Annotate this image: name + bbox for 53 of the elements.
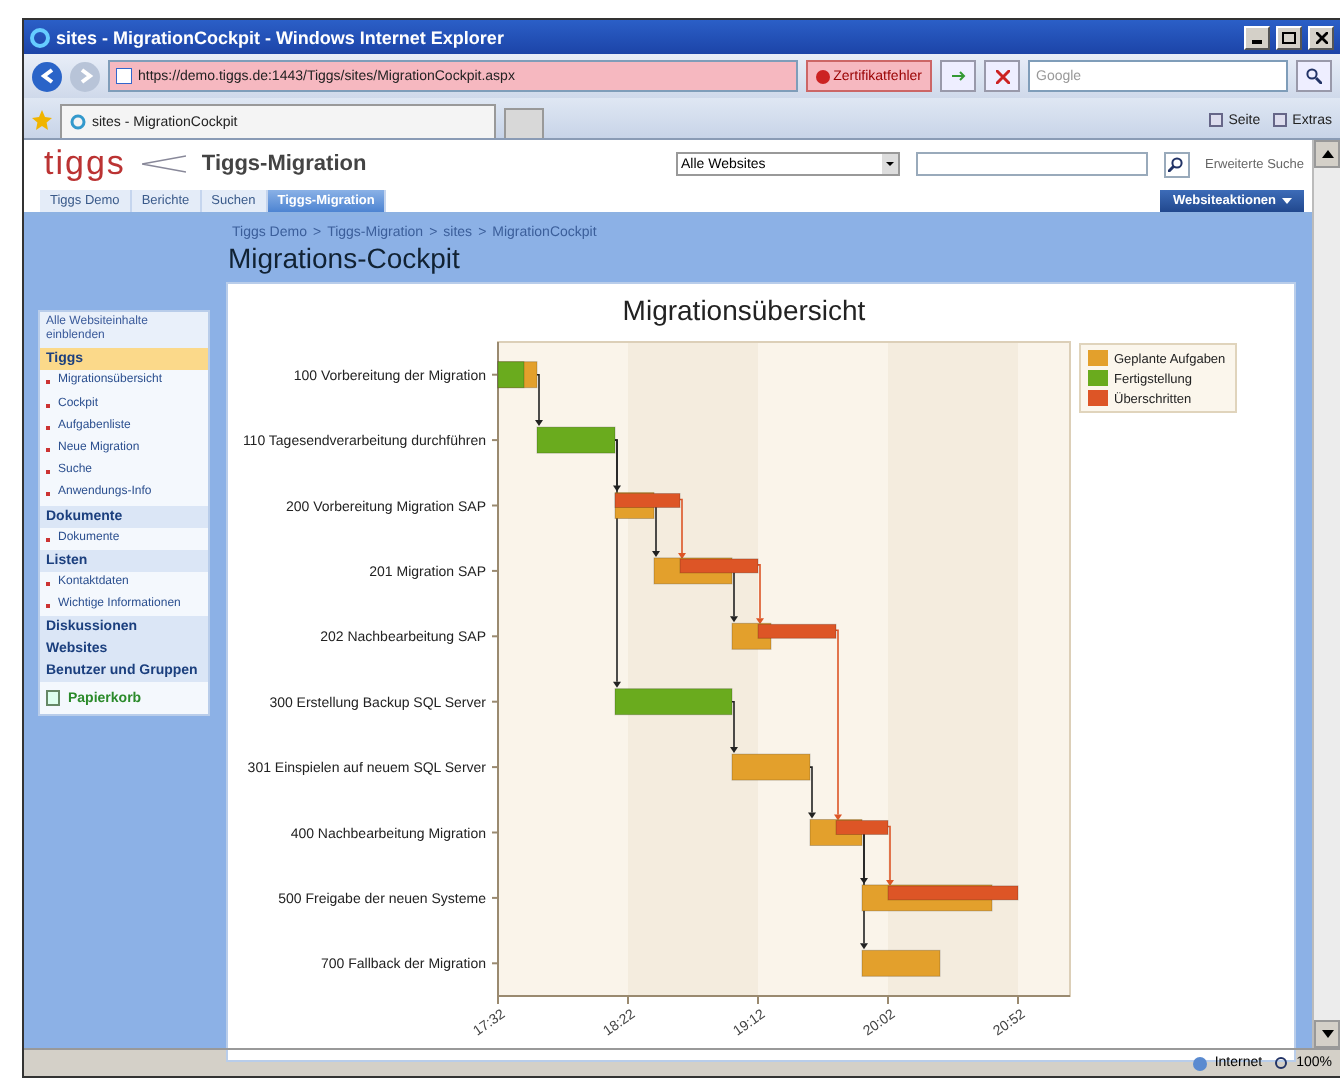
- zoom-icon: [1274, 1055, 1291, 1071]
- completed-bar: [536, 426, 616, 454]
- dependency-arrow: [886, 825, 894, 886]
- page-title: Migrations-Cockpit: [226, 240, 462, 278]
- site-logo: tiggs: [44, 144, 126, 184]
- search-icon: [1306, 68, 1322, 84]
- close-button[interactable]: [1308, 25, 1334, 49]
- overrun-bar: [614, 493, 681, 508]
- completed-bar: [497, 361, 525, 389]
- search-button[interactable]: [1296, 60, 1332, 92]
- caret-icon: [881, 154, 897, 174]
- close-icon: [995, 69, 1009, 83]
- back-button[interactable]: [32, 61, 62, 91]
- minimize-button[interactable]: [1244, 25, 1270, 49]
- dependency-arrow: [756, 564, 764, 625]
- favorites-star-icon[interactable]: [32, 110, 52, 130]
- down-arrow-icon: [1321, 1030, 1333, 1038]
- maximize-icon: [1282, 31, 1296, 43]
- bin-icon: [46, 690, 60, 707]
- browser-logo-icon: [30, 27, 50, 47]
- overrun-bar: [835, 820, 889, 835]
- browser-logo-icon: [70, 114, 86, 130]
- page-icon: [1272, 112, 1289, 128]
- completed-bar: [614, 688, 733, 716]
- dependency-arrow: [535, 373, 543, 427]
- dependency-arrow: [678, 498, 686, 559]
- page-icon: [116, 68, 132, 84]
- overrun-bar: [679, 558, 759, 574]
- window-title: sites - MigrationCockpit - Windows Internet Explorer: [56, 27, 506, 47]
- refresh-button[interactable]: [940, 60, 976, 92]
- stop-button[interactable]: [984, 60, 1020, 92]
- globe-icon: [1192, 1055, 1209, 1071]
- overrun-bar: [887, 885, 1019, 901]
- overrun-bar: [757, 623, 837, 639]
- arrows-icon: [950, 68, 966, 84]
- up-arrow-icon: [1321, 150, 1333, 158]
- site-title: Tiggs-Migration: [201, 152, 367, 176]
- site-search-field[interactable]: [915, 152, 1147, 176]
- planned-bar: [731, 753, 811, 781]
- search-button[interactable]: [1163, 151, 1189, 177]
- scrollbar[interactable]: [1312, 140, 1340, 1048]
- caret-icon: [1282, 197, 1292, 205]
- dependency-arrow: [730, 700, 738, 754]
- planned-bar: [861, 949, 941, 977]
- close-icon: [1315, 31, 1327, 43]
- logo-swoosh-icon: [141, 152, 186, 176]
- dependency-arrow: [730, 570, 738, 623]
- maximize-button[interactable]: [1276, 25, 1302, 49]
- dependency-arrow: [808, 766, 816, 819]
- chart-title: Migrationsübersicht: [622, 294, 866, 326]
- search-icon: [1168, 156, 1184, 172]
- dependency-arrow: [652, 504, 660, 557]
- page-icon: [1208, 112, 1225, 128]
